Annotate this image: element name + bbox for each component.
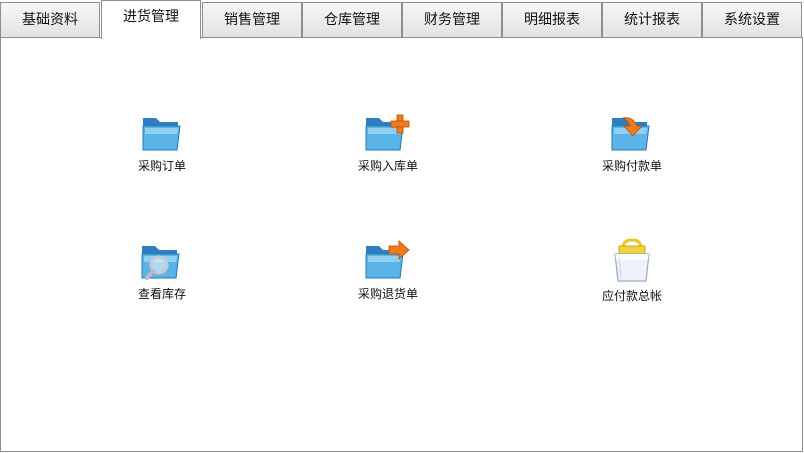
- purchase-order-label: 采购订单: [137, 159, 186, 173]
- folder-icon: [142, 118, 181, 151]
- tab-sales-management[interactable]: 销售管理: [202, 2, 302, 38]
- tab-finance-management[interactable]: 财务管理: [402, 2, 502, 38]
- folder-forward-icon: [365, 240, 410, 279]
- payables-ledger-label: 应付款总帐: [601, 289, 662, 303]
- tab-detail-reports[interactable]: 明细报表: [502, 2, 602, 38]
- tab-warehouse-management[interactable]: 仓库管理: [302, 2, 402, 38]
- purchase-receipt-button[interactable]: 采购入库单: [328, 110, 448, 174]
- tab-purchase-management[interactable]: 进货管理: [101, 0, 201, 39]
- tab-basic-data[interactable]: 基础资料: [0, 2, 100, 38]
- purchase-payment-label: 采购付款单: [601, 159, 662, 173]
- content-panel: 采购订单 采购入库单 采购付款单 查看库存 采购退货单 应付款总帐: [0, 37, 803, 452]
- purchase-receipt-label: 采购入库单: [357, 159, 418, 173]
- purchase-payment-button[interactable]: 采购付款单: [572, 110, 692, 174]
- tab-system-settings[interactable]: 系统设置: [702, 2, 802, 38]
- tab-bar: 基础资料 进货管理 销售管理 仓库管理 财务管理 明细报表 统计报表 系统设置: [0, 0, 804, 39]
- view-inventory-button[interactable]: 查看库存: [102, 238, 222, 302]
- view-inventory-label: 查看库存: [137, 287, 186, 301]
- folder-search-icon: [141, 246, 180, 280]
- payables-ledger-button[interactable]: 应付款总帐: [572, 238, 692, 304]
- shopping-bag-icon: [614, 238, 650, 282]
- folder-download-icon: [611, 117, 650, 151]
- purchase-return-button[interactable]: 采购退货单: [328, 238, 448, 302]
- folder-add-icon: [365, 114, 410, 151]
- purchase-return-label: 采购退货单: [357, 287, 418, 301]
- purchase-order-button[interactable]: 采购订单: [102, 110, 222, 174]
- tab-statistics-reports[interactable]: 统计报表: [602, 2, 702, 38]
